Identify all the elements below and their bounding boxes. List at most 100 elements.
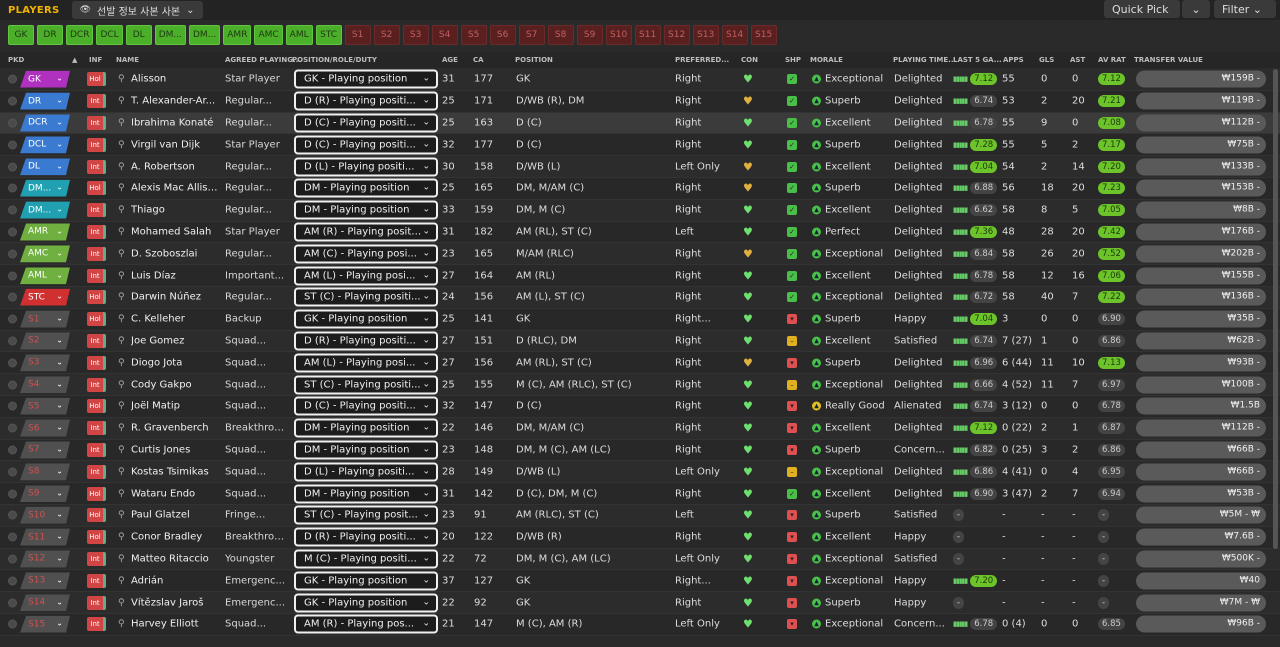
player-name[interactable]: R. Gravenberch — [131, 423, 219, 434]
row-checkbox[interactable] — [8, 227, 17, 237]
table-row[interactable]: S15 ⌄ Int ⚲ Harvey Elliott Squad... AM (R) - P… — [0, 613, 1280, 636]
player-name[interactable]: Mohamed Salah — [131, 226, 219, 237]
col-foot[interactable]: PREFERRED... — [675, 56, 729, 64]
pkd-selector[interactable]: S6 ⌄ — [20, 420, 70, 437]
view-selector[interactable]: 👁 선발 정보 사본 사본 ⌄ — [71, 1, 203, 19]
table-row[interactable]: DL ⌄ Int ⚲ A. Robertson Regular... D (L) - Pla… — [0, 156, 1280, 178]
player-name[interactable]: A. Robertson — [131, 161, 219, 172]
row-checkbox[interactable] — [8, 532, 17, 542]
row-checkbox[interactable] — [8, 445, 17, 455]
player-name[interactable]: Thiago — [131, 205, 219, 216]
pkd-selector[interactable]: STC ⌄ — [20, 289, 70, 306]
pkd-selector[interactable]: DM... ⌄ — [20, 202, 70, 219]
player-name[interactable]: C. Kelleher — [131, 314, 219, 325]
position-chip[interactable]: S12 — [663, 25, 690, 45]
position-chip[interactable]: S9 — [576, 25, 603, 45]
role-dropdown[interactable]: GK - Playing position ⌄ — [294, 571, 438, 591]
position-chip[interactable]: S2 — [373, 25, 400, 45]
position-chip[interactable]: DCL — [96, 25, 123, 45]
quick-pick-dropdown[interactable]: ⌄ — [1182, 0, 1210, 18]
position-chip[interactable]: STC — [315, 25, 342, 45]
position-chip[interactable]: AMR — [223, 25, 252, 45]
row-checkbox[interactable] — [8, 576, 17, 586]
row-checkbox[interactable] — [8, 205, 17, 215]
pkd-selector[interactable]: DM... ⌄ — [20, 180, 70, 197]
pkd-selector[interactable]: S11 ⌄ — [20, 529, 70, 546]
position-chip[interactable]: S11 — [634, 25, 661, 45]
pkd-selector[interactable]: S2 ⌄ — [20, 332, 70, 349]
pkd-selector[interactable]: AMR ⌄ — [20, 223, 70, 240]
col-position[interactable]: POSITION — [515, 56, 553, 64]
position-chip[interactable]: S15 — [750, 25, 777, 45]
player-name[interactable]: Paul Glatzel — [131, 510, 219, 521]
table-row[interactable]: S4 ⌄ Int ⚲ Cody Gakpo Squad... ST (C) - Playin… — [0, 374, 1280, 396]
row-checkbox[interactable] — [8, 183, 17, 193]
role-dropdown[interactable]: ST (C) - Playing posit... ⌄ — [294, 505, 438, 525]
role-dropdown[interactable]: DM - Playing position ⌄ — [294, 200, 438, 220]
table-row[interactable]: S8 ⌄ Int ⚲ Kostas Tsimikas Squad... D (L) - Pl… — [0, 461, 1280, 484]
table-row[interactable]: DR ⌄ Int ⚲ T. Alexander-Ar... Regular... D (R)… — [0, 90, 1280, 113]
role-dropdown[interactable]: D (L) - Playing positi... ⌄ — [294, 157, 438, 177]
player-name[interactable]: Cody Gakpo — [131, 379, 219, 390]
position-chip[interactable]: S10 — [605, 25, 632, 45]
role-dropdown[interactable]: D (C) - Playing positi... ⌄ — [294, 135, 438, 155]
role-dropdown[interactable]: AM (L) - Playing posi... ⌄ — [294, 266, 438, 286]
pkd-selector[interactable]: S10 ⌄ — [20, 507, 70, 524]
table-row[interactable]: S5 ⌄ Hol ⚲ Joël Matip Squad... D (C) - Playing… — [0, 395, 1280, 418]
table-row[interactable]: S6 ⌄ Int ⚲ R. Gravenberch Breakthrou... DM - P… — [0, 417, 1280, 440]
filter-button[interactable]: Filter ⌄ — [1214, 0, 1276, 18]
col-apps[interactable]: APPS — [1003, 56, 1024, 64]
row-checkbox[interactable] — [8, 292, 17, 302]
pkd-selector[interactable]: DCL ⌄ — [20, 136, 70, 153]
row-checkbox[interactable] — [8, 336, 17, 346]
position-chip[interactable]: AMC — [254, 25, 283, 45]
pkd-selector[interactable]: DR ⌄ — [20, 93, 70, 110]
pkd-selector[interactable]: S8 ⌄ — [20, 463, 70, 480]
position-chip[interactable]: S13 — [692, 25, 719, 45]
player-name[interactable]: T. Alexander-Ar... — [131, 96, 219, 107]
table-row[interactable]: DM... ⌄ Int ⚲ Thiago Regular... DM - Playing p… — [0, 199, 1280, 222]
player-name[interactable]: Joe Gomez — [131, 335, 219, 346]
role-dropdown[interactable]: D (C) - Playing positi... ⌄ — [294, 113, 438, 133]
position-chip[interactable]: S3 — [402, 25, 429, 45]
position-chip[interactable]: S14 — [721, 25, 748, 45]
row-checkbox[interactable] — [8, 380, 17, 390]
position-chip[interactable]: DM... — [154, 25, 186, 45]
player-name[interactable]: Vítězslav Jaroš — [131, 597, 219, 608]
role-dropdown[interactable]: ST (C) - Playing positi... ⌄ — [294, 375, 438, 395]
col-last5[interactable]: LAST 5 GA... — [953, 56, 1002, 64]
role-dropdown[interactable]: DM - Playing position ⌄ — [294, 418, 438, 438]
role-dropdown[interactable]: M (C) - Playing positi... ⌄ — [294, 549, 438, 569]
scrollbar[interactable] — [1273, 69, 1278, 549]
role-dropdown[interactable]: D (R) - Playing positi... ⌄ — [294, 331, 438, 351]
player-name[interactable]: Wataru Endo — [131, 488, 219, 499]
table-row[interactable]: DM... ⌄ Hol ⚲ Alexis Mac Allister Regular... D… — [0, 177, 1280, 200]
pkd-selector[interactable]: S3 ⌄ — [20, 354, 70, 371]
table-row[interactable]: GK ⌄ Hol ⚲ Alisson Star Player GK - Playing po… — [0, 69, 1280, 91]
row-checkbox[interactable] — [8, 96, 17, 106]
table-row[interactable]: S3 ⌄ Int ⚲ Diogo Jota Squad... AM (L) - Playin… — [0, 352, 1280, 375]
col-pkd[interactable]: PKD — [8, 56, 24, 64]
pkd-selector[interactable]: S15 ⌄ — [20, 616, 70, 633]
table-row[interactable]: S12 ⌄ Int ⚲ Matteo Ritaccio Youngster M (C) - … — [0, 548, 1280, 571]
row-checkbox[interactable] — [8, 162, 17, 172]
row-checkbox[interactable] — [8, 358, 17, 368]
position-chip[interactable]: S4 — [431, 25, 458, 45]
role-dropdown[interactable]: D (R) - Playing positi... ⌄ — [294, 527, 438, 547]
table-row[interactable]: AMC ⌄ Int ⚲ D. Szoboszlai Regular... AM (C) - … — [0, 243, 1280, 266]
position-chip[interactable]: DL — [125, 25, 152, 45]
pkd-selector[interactable]: S5 ⌄ — [20, 398, 70, 415]
col-role[interactable]: POSITION/ROLE/DUTY — [292, 56, 377, 64]
position-chip[interactable]: DM... — [188, 25, 221, 45]
pkd-selector[interactable]: S4 ⌄ — [20, 376, 70, 393]
pkd-selector[interactable]: AMC ⌄ — [20, 245, 70, 262]
pkd-selector[interactable]: S7 ⌄ — [20, 441, 70, 458]
quick-pick-button[interactable]: Quick Pick — [1104, 0, 1180, 18]
pkd-selector[interactable]: S12 ⌄ — [20, 550, 70, 567]
row-checkbox[interactable] — [8, 510, 17, 520]
table-row[interactable]: AMR ⌄ Int ⚲ Mohamed Salah Star Player AM (R) -… — [0, 221, 1280, 244]
row-checkbox[interactable] — [8, 554, 17, 564]
col-morale[interactable]: MORALE — [810, 56, 843, 64]
role-dropdown[interactable]: ST (C) - Playing positi... ⌄ — [294, 287, 438, 307]
player-name[interactable]: Virgil van Dijk — [131, 139, 219, 150]
